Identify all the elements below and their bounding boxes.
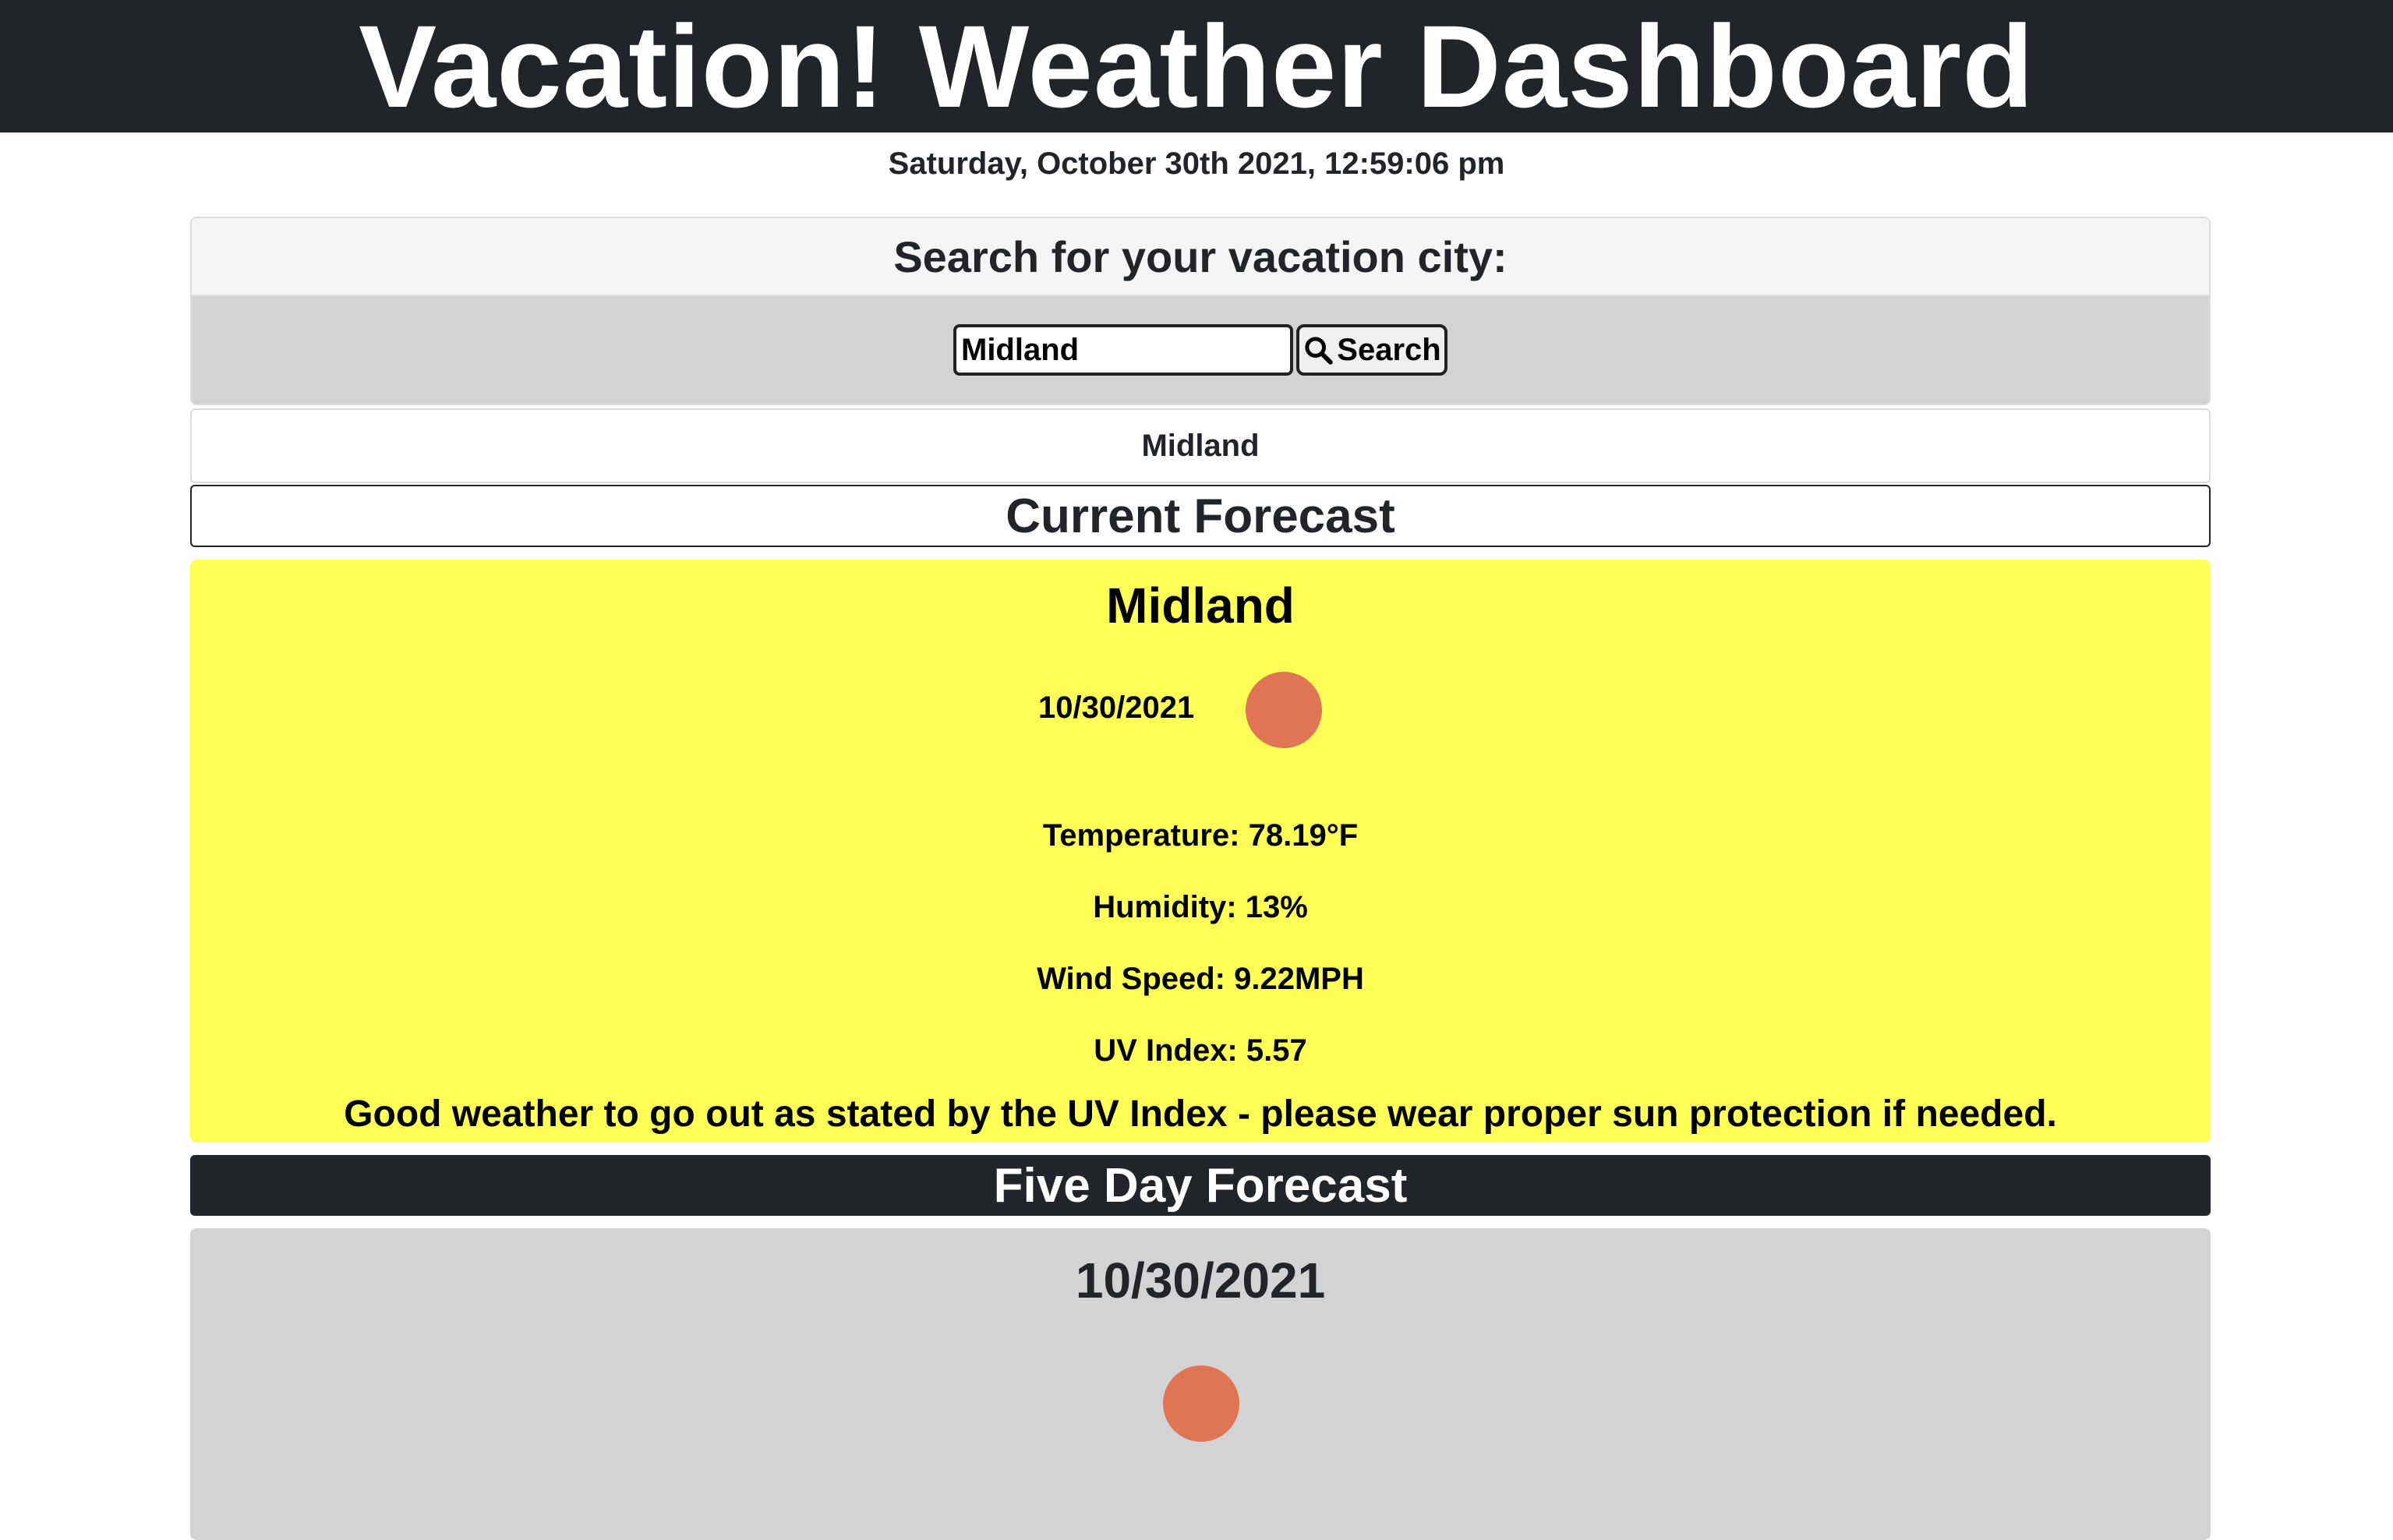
current-wind-speed: Wind Speed: 9.22MPH [1037, 962, 1364, 996]
search-history-item[interactable]: Midland [190, 408, 2211, 483]
current-date: 10/30/2021 [1038, 691, 1195, 725]
app-header: Vacation! Weather Dashboard [0, 0, 2393, 132]
weather-icon [1163, 1365, 1239, 1442]
five-day-forecast-title: Five Day Forecast [190, 1155, 2211, 1216]
current-city-name: Midland [1106, 578, 1295, 634]
page-title: Vacation! Weather Dashboard [359, 1, 2034, 132]
current-forecast-card: Midland 10/30/2021 Temperature: 78.19°F … [190, 560, 2211, 1143]
current-uv-index: UV Index: 5.57 [1094, 1033, 1307, 1068]
main-container: Search for your vacation city: Search Mi… [190, 217, 2211, 1540]
search-heading: Search for your vacation city: [192, 218, 2209, 296]
current-datetime: Saturday, October 30th 2021, 12:59:06 pm [888, 147, 1505, 181]
forecast-day-date: 10/30/2021 [1075, 1252, 1326, 1309]
city-search-input[interactable] [953, 324, 1293, 376]
search-form: Search [192, 296, 2209, 404]
search-icon [1305, 337, 1334, 365]
search-button-label: Search [1337, 332, 1441, 367]
current-forecast-title: Current Forecast [190, 485, 2211, 547]
uv-advice-message: Good weather to go out as stated by the … [344, 1093, 2057, 1135]
current-humidity: Humidity: 13% [1093, 890, 1308, 924]
search-card: Search for your vacation city: Search [190, 217, 2211, 405]
current-temperature: Temperature: 78.19°F [1042, 818, 1359, 853]
search-button[interactable]: Search [1296, 324, 1447, 376]
weather-icon [1246, 672, 1322, 748]
forecast-day-card: 10/30/2021 [190, 1228, 2211, 1540]
